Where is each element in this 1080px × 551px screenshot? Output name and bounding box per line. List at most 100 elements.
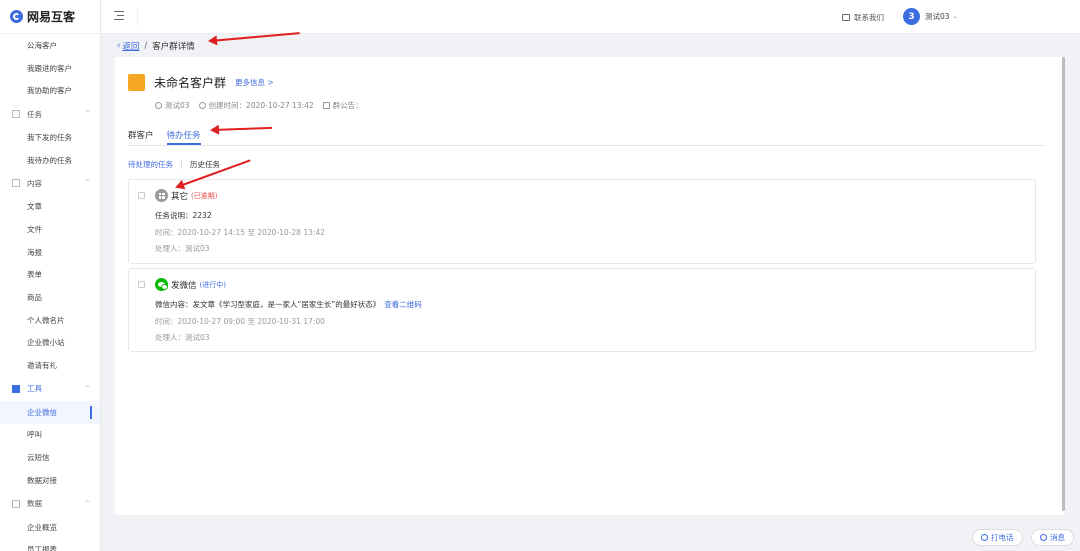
sidebar-item-label: 邀请有礼 (27, 361, 57, 371)
sidebar-group-label: 任务 (27, 109, 42, 119)
divider (181, 160, 182, 169)
wechat-content: 微信内容：发文章《学习型家庭，是一家人“居家生长”的最好状态》 (155, 300, 381, 309)
chevron-up-icon: ^ (84, 179, 90, 187)
more-info-link[interactable]: 更多信息 > (235, 77, 274, 88)
group-owner-label: 测试03 (165, 101, 190, 110)
sidebar-item-label: 员工报表 (27, 545, 57, 551)
group-title: 未命名客户群 (154, 76, 227, 90)
group-avatar (128, 74, 145, 91)
sidebar-group-label: 内容 (27, 178, 42, 188)
sidebar-item-2[interactable]: 我协助的客户 (0, 79, 100, 102)
task-handler: 处理人：测试03 (155, 333, 210, 342)
task-description: 任务说明：2232 (155, 211, 212, 220)
phone-icon (981, 534, 988, 541)
scrollbar[interactable] (1062, 57, 1065, 511)
sidebar-item-18[interactable]: 云短信 (0, 446, 100, 469)
task-header: 其它 (已逾期) (155, 189, 217, 202)
task-time: 时间：2020-10-27 09:00 至 2020-10-31 17:00 (155, 317, 325, 326)
sidebar-item-4[interactable]: 我下发的任务 (0, 126, 100, 149)
sidebar-item-21[interactable]: 企业概览 (0, 516, 100, 539)
group-meta: 测试03 创建时间：2020-10-27 13:42 群公告： (155, 100, 372, 111)
call-button[interactable]: 打电话 (972, 529, 1023, 546)
task-card[interactable]: 发微信 (进行中) 微信内容：发文章《学习型家庭，是一家人“居家生长”的最好状态… (128, 268, 1036, 352)
sidebar-group-20[interactable]: 数据 ^ (0, 492, 100, 516)
sidebar-item-9[interactable]: 海报 (0, 241, 100, 264)
sidebar-item-1[interactable]: 我跟进的客户 (0, 57, 100, 80)
subtab-history[interactable]: 历史任务 (190, 159, 220, 170)
task-handler: 处理人：测试03 (155, 244, 210, 253)
sidebar-item-0[interactable]: 公海客户 (0, 34, 100, 57)
group-created: 创建时间：2020-10-27 13:42 (198, 100, 314, 111)
sidebar-item-8[interactable]: 文件 (0, 218, 100, 241)
tab-group-customers[interactable]: 群客户 (128, 129, 154, 145)
message-label: 消息 (1050, 533, 1065, 542)
sidebar-item-22[interactable]: 员工报表 (0, 538, 100, 551)
sidebar-group-6[interactable]: 内容 ^ (0, 171, 100, 195)
sidebar: 网易互客 公海客户我跟进的客户 我协助的客户 任务 ^ 我下发的任务我待办的任务内容 ^ 文… (0, 0, 101, 551)
sidebar-item-label: 我协助的客户 (27, 86, 72, 96)
app-name: 网易互客 (27, 10, 76, 24)
message-button[interactable]: 消息 (1031, 529, 1074, 546)
app-logo[interactable]: 网易互客 (0, 0, 100, 34)
chevron-up-icon: ^ (84, 110, 90, 118)
sidebar-item-17[interactable]: 呼叫 (0, 424, 100, 447)
breadcrumb-current: 客户群详情 (152, 42, 195, 52)
sidebar-item-label: 海报 (27, 247, 42, 257)
sidebar-group-15[interactable]: 工具 ^ (0, 377, 100, 401)
sidebar-item-label: 我跟进的客户 (27, 63, 72, 73)
chevron-left-icon[interactable]: ‹ (117, 41, 120, 51)
group-detail-card: 未命名客户群 更多信息 > 测试03 创建时间：2020-10-27 13:42… (115, 57, 1065, 515)
sidebar-item-12[interactable]: 个人微名片 (0, 309, 100, 332)
sidebar-item-label: 企业概览 (27, 522, 57, 532)
divider (137, 8, 138, 26)
view-qr-link[interactable]: 查看二维码 (384, 300, 422, 309)
user-name: 测试03 (925, 12, 950, 21)
sidebar-item-10[interactable]: 表单 (0, 264, 100, 287)
task-time: 时间：2020-10-27 14:15 至 2020-10-28 13:42 (155, 228, 325, 237)
sidebar-item-16[interactable]: 企业微信 (0, 400, 100, 424)
group-notice-label: 群公告： (332, 101, 363, 110)
sidebar-item-label: 个人微名片 (27, 315, 65, 325)
menu-toggle-icon[interactable] (114, 11, 124, 21)
sidebar-item-19[interactable]: 数据对接 (0, 469, 100, 492)
data-icon (12, 499, 20, 508)
message-icon (1040, 534, 1047, 541)
content-icon (12, 179, 20, 188)
sidebar-item-7[interactable]: 文章 (0, 195, 100, 218)
sidebar-nav: 公海客户我跟进的客户 我协助的客户 任务 ^ 我下发的任务我待办的任务内容 ^ 文章文件海报… (0, 34, 100, 551)
sidebar-item-label: 商品 (27, 293, 42, 303)
sidebar-item-13[interactable]: 企业微小站 (0, 332, 100, 355)
sidebar-item-14[interactable]: 邀请有礼 (0, 354, 100, 377)
sidebar-item-label: 数据对接 (27, 475, 57, 485)
tab-todo-tasks[interactable]: 待办任务 (166, 129, 201, 145)
back-link[interactable]: 返回 (122, 40, 139, 52)
status-badge: (已逾期) (191, 191, 218, 200)
clock-icon (198, 102, 206, 109)
sidebar-item-label: 公海客户 (27, 40, 57, 50)
subtab-pending[interactable]: 待处理的任务 (128, 159, 173, 170)
group-notice: 群公告： (322, 100, 363, 111)
task-card[interactable]: 其它 (已逾期) 任务说明：2232 时间：2020-10-27 14:15 至… (128, 179, 1036, 264)
breadcrumb: ‹ 返回 / 客户群详情 (117, 40, 195, 52)
contact-us-label: 联系我们 (854, 13, 884, 22)
avatar: 3 (903, 8, 920, 25)
sidebar-item-5[interactable]: 我待办的任务 (0, 149, 100, 172)
chevron-up-icon: ^ (84, 499, 90, 507)
sidebar-group-label: 工具 (27, 384, 42, 394)
sidebar-item-label: 文件 (27, 224, 42, 234)
group-header: 未命名客户群 更多信息 > (128, 74, 274, 91)
sidebar-item-11[interactable]: 商品 (0, 286, 100, 309)
sidebar-item-label: 我下发的任务 (27, 132, 72, 142)
group-created-label: 创建时间：2020-10-27 13:42 (208, 101, 314, 110)
tools-icon (12, 384, 20, 393)
sidebar-item-label: 企业微信 (27, 407, 57, 417)
group-owner: 测试03 (155, 100, 190, 111)
sidebar-item-label: 云短信 (27, 453, 50, 463)
contact-us-button[interactable]: 联系我们 (842, 12, 884, 23)
task-description: 微信内容：发文章《学习型家庭，是一家人“居家生长”的最好状态》 查看二维码 (155, 299, 422, 310)
sidebar-group-3[interactable]: 任务 ^ (0, 102, 100, 126)
sidebar-item-label: 呼叫 (27, 430, 42, 440)
task-checkbox[interactable] (138, 281, 145, 288)
user-menu[interactable]: 3 测试03 ⌄ (903, 8, 958, 25)
task-checkbox[interactable] (138, 192, 145, 199)
